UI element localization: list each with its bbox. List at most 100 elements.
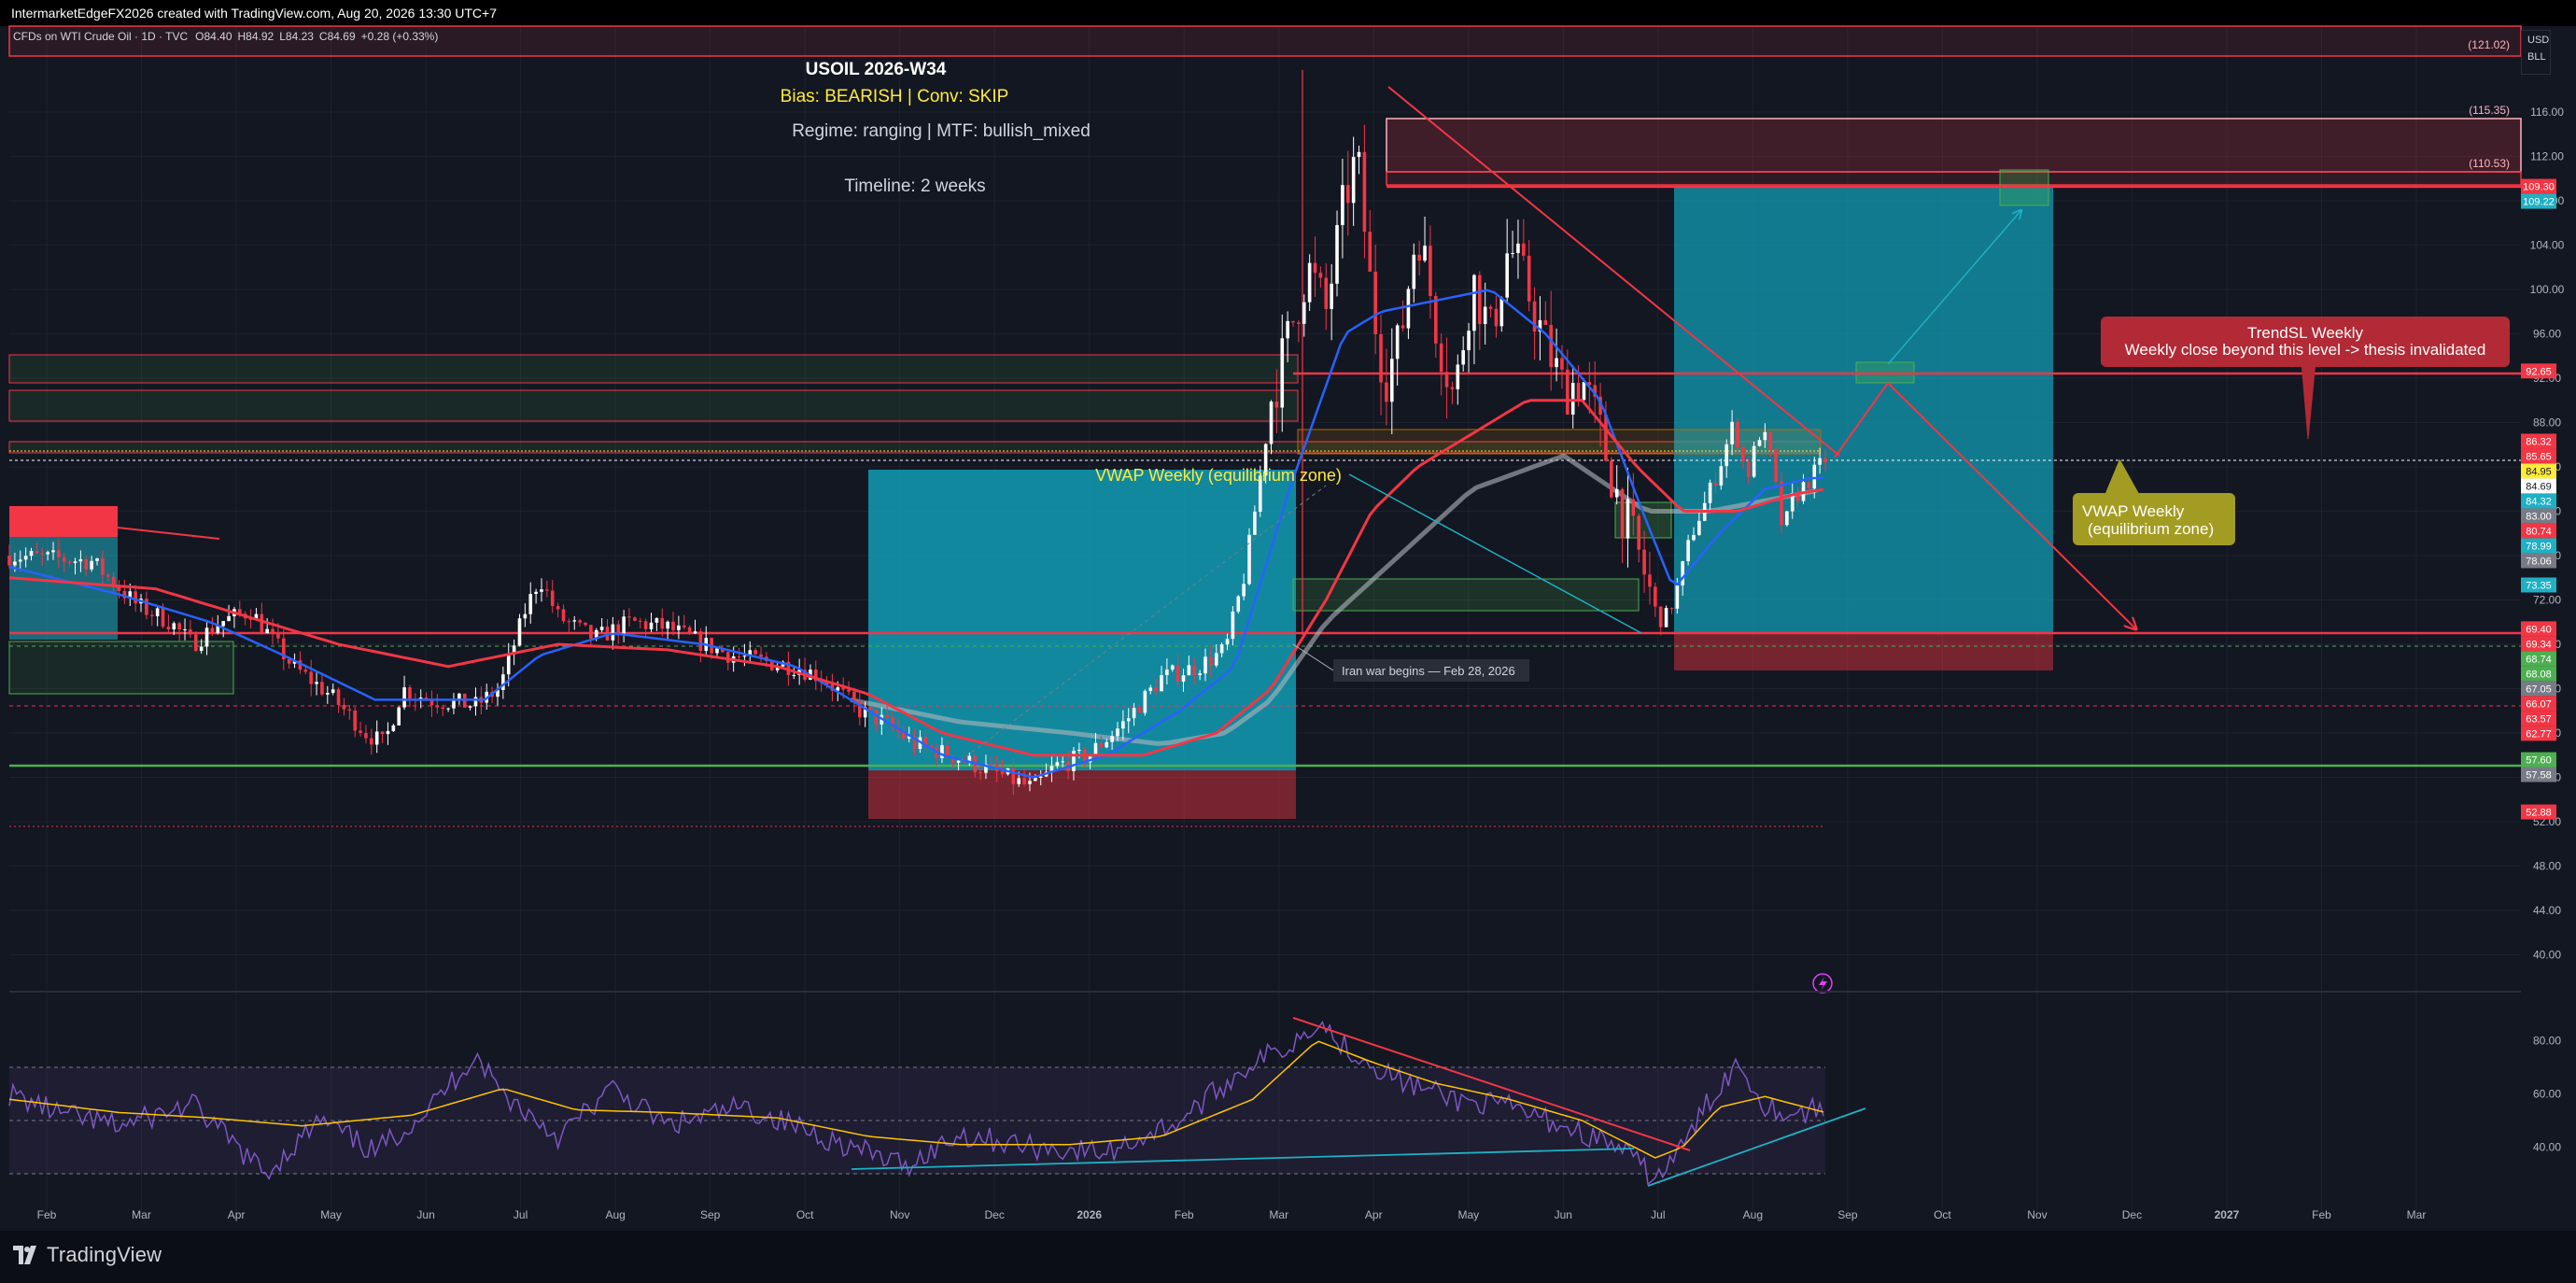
candle-body [1763, 431, 1767, 441]
candle-body [1555, 358, 1558, 368]
candle-body [1736, 421, 1739, 447]
currency-selector[interactable]: USD BLL [2521, 30, 2551, 75]
candle-body [380, 731, 385, 735]
candle-body [435, 705, 440, 708]
candle-body [1620, 488, 1625, 539]
svg-text:VWAP Weekly: VWAP Weekly [2082, 502, 2185, 520]
price-tick-label: 48.00 [2533, 860, 2561, 873]
candle-body [1165, 670, 1169, 676]
candle-body [57, 550, 61, 557]
candle-body [1307, 262, 1312, 303]
candle-body [391, 725, 396, 731]
price-badge-label: 57.60 [2526, 755, 2552, 767]
candle-body [331, 689, 335, 694]
tradingview-brand[interactable]: TradingView [13, 1243, 162, 1267]
candle-body [1664, 608, 1668, 627]
candle-body [1225, 639, 1230, 645]
candle-body [359, 730, 362, 733]
candle-body [1105, 741, 1109, 748]
candle-body [177, 623, 181, 630]
time-tick-label: Sep [1837, 1208, 1858, 1221]
price-badge-label: 80.74 [2526, 526, 2552, 537]
time-tick-label: May [1457, 1208, 1479, 1221]
candle-body [452, 699, 456, 709]
candle-body [309, 671, 313, 684]
symbol-line: CFDs on WTI Crude Oil · 1D · TVC O84.40 H8… [13, 30, 438, 43]
currency-usd[interactable]: USD [2522, 31, 2550, 48]
candle-body [155, 608, 160, 616]
candle-body [1610, 460, 1613, 498]
candle-body [1154, 687, 1158, 692]
price-badge: 68.74 [2521, 651, 2556, 667]
candle-body [584, 622, 587, 626]
candle-body [1494, 308, 1499, 327]
candle-body [715, 648, 719, 654]
price-badge: 85.65 [2521, 448, 2556, 464]
candle-body [1313, 262, 1317, 274]
price-tick-label: 44.00 [2533, 904, 2561, 917]
candle-body [260, 613, 264, 634]
svg-text:Iran war begins — Feb 28, 2026: Iran war begins — Feb 28, 2026 [1342, 664, 1515, 678]
candle-body [1110, 736, 1114, 742]
price-badge-label: 85.65 [2526, 451, 2552, 462]
candle-body [1170, 665, 1175, 670]
trendsl-pointer [2301, 361, 2316, 440]
candle-body [1318, 273, 1323, 278]
rsi-pane[interactable] [8, 1017, 1866, 1187]
time-tick-label: Aug [605, 1208, 625, 1221]
candle-body [386, 730, 390, 735]
candle-body [1757, 440, 1762, 446]
candle-body [1818, 458, 1822, 465]
candle-body [1017, 778, 1021, 784]
candle-body [567, 621, 571, 623]
candle-body [172, 623, 176, 630]
candle-body [1708, 482, 1712, 503]
candle-body [990, 764, 993, 766]
candle-body [753, 650, 757, 655]
candle-body [528, 594, 533, 614]
tradingview-logo-icon [13, 1246, 36, 1264]
candle-body [1669, 608, 1674, 610]
candle-body [561, 609, 566, 622]
timeline-text: Timeline: 2 weeks [844, 176, 985, 196]
candle-body [408, 687, 412, 699]
candle-body [23, 556, 28, 560]
candle-body [204, 627, 209, 647]
candle-body [1269, 402, 1274, 444]
candle-body [84, 558, 89, 570]
candle-body [1330, 283, 1333, 309]
price-badge: 63.57 [2521, 711, 2556, 726]
candle-body [1357, 151, 1361, 158]
candle-body [429, 699, 434, 706]
rsi-tick-label: 80.00 [2533, 1035, 2561, 1048]
candle-body [374, 731, 379, 745]
candle-body [441, 707, 445, 709]
candle-body [287, 659, 291, 664]
candle-body [40, 553, 45, 555]
candle-body [737, 656, 741, 657]
candle-body [638, 620, 642, 622]
candle-body [90, 560, 93, 570]
candle-body [1335, 225, 1339, 284]
vwap-chart-label: VWAP Weekly (equilibrium zone) [1095, 466, 1342, 485]
price-badge: 73.35 [2521, 577, 2556, 593]
candle-body [1478, 275, 1482, 325]
candle-body [134, 591, 137, 604]
candle-body [1000, 770, 1005, 775]
time-tick-label: Dec [985, 1208, 1005, 1221]
candle-body [46, 552, 49, 555]
price-badges: 109.30 109.22 92.65 86.32 85.65 84.95 84.69 84.… [2521, 178, 2556, 820]
candle-body [1483, 306, 1487, 325]
candle-body [611, 624, 615, 641]
price-badge: 109.22 [2521, 193, 2556, 209]
zone-label-110: (110.53) [2469, 157, 2510, 170]
time-tick-label: Jul [1651, 1208, 1665, 1221]
candle-body [149, 614, 154, 616]
time-axis[interactable]: Feb Mar Apr May Jun Jul Aug Sep Oct Nov Dec 2026 Feb… [37, 1208, 2427, 1221]
candle-body [1242, 584, 1246, 597]
candle-body [671, 621, 675, 630]
candle-body [792, 674, 796, 676]
candle-body [1423, 246, 1427, 261]
price-chart[interactable]: USOIL 2026-W34 Bias: BEARISH | Conv: SKI… [0, 0, 2576, 1231]
candle-body [622, 616, 626, 636]
